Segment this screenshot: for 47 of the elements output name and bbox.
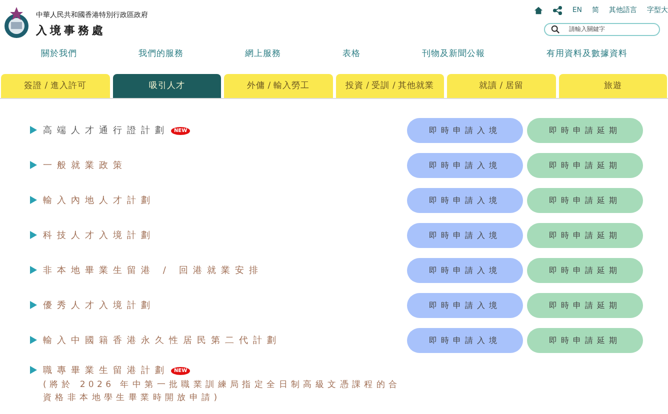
category-tab[interactable]: 投資 / 受訓 / 其他就業 <box>336 74 444 98</box>
apply-entry-button[interactable]: 即時申請入境 <box>407 118 523 143</box>
search-icon <box>551 25 560 34</box>
scheme-note: (將於 2026 年中第一批職業訓練局指定全日制高級文憑課程的合資格非本地學生畢業時開放申請) <box>43 379 402 405</box>
triangle-bullet-icon <box>30 231 37 239</box>
category-tab[interactable]: 就讀 / 居留 <box>447 74 556 98</box>
category-tab[interactable]: 外傭 / 輸入勞工 <box>224 74 332 98</box>
nav-link[interactable]: 網上服務 <box>244 48 281 60</box>
apply-extension-button[interactable]: 即時申請延期 <box>527 328 643 353</box>
apply-extension-button[interactable]: 即時申請延期 <box>527 118 643 143</box>
nav-link[interactable]: 我們的服務 <box>138 48 184 60</box>
scheme-link[interactable]: 高端人才通行證計劃 <box>43 124 169 137</box>
apply-extension-button[interactable]: 即時申請延期 <box>527 153 643 178</box>
apply-extension-button[interactable]: 即時申請延期 <box>527 188 643 213</box>
scheme-link[interactable]: 優秀人才入境計劃 <box>43 299 155 312</box>
scheme-link[interactable]: 一般就業政策 <box>43 159 127 172</box>
nav-link[interactable]: 關於我們 <box>40 48 77 60</box>
triangle-bullet-icon <box>30 336 37 344</box>
triangle-bullet-icon <box>30 301 37 309</box>
apply-entry-button[interactable]: 即時申請入境 <box>407 223 523 248</box>
scheme-link[interactable]: 輸入中國籍香港永久性居民第二代計劃 <box>43 334 281 347</box>
nav-link[interactable]: 有用資料及數據資料 <box>546 48 628 60</box>
triangle-bullet-icon <box>30 161 37 169</box>
triangle-bullet-icon <box>30 366 37 374</box>
scheme-link[interactable]: 科技人才入境計劃 <box>43 229 155 242</box>
department-name: 入境事務處 <box>36 23 107 38</box>
apply-entry-button[interactable]: 即時申請入境 <box>407 328 523 353</box>
triangle-bullet-icon <box>30 196 37 204</box>
apply-entry-button[interactable]: 即時申請入境 <box>407 258 523 283</box>
category-tab[interactable]: 吸引人才 <box>112 74 221 98</box>
home-icon[interactable] <box>534 6 544 14</box>
category-tab[interactable]: 旅遊 <box>558 74 667 98</box>
nav-link[interactable]: 表格 <box>342 48 360 60</box>
scheme-link[interactable]: 職專畢業生留港計劃 <box>43 364 169 377</box>
triangle-bullet-icon <box>30 266 37 274</box>
scheme-link[interactable]: 非本地畢業生留港 / 回港就業安排 <box>43 264 263 277</box>
category-tab[interactable]: 簽證 / 進入許可 <box>1 74 110 98</box>
nav-link[interactable]: 刊物及新聞公報 <box>422 48 485 60</box>
scheme-link[interactable]: 輸入內地人才計劃 <box>43 194 155 207</box>
apply-entry-button[interactable]: 即時申請入境 <box>407 188 523 213</box>
apply-entry-button[interactable]: 即時申請入境 <box>407 293 523 318</box>
apply-extension-button[interactable]: 即時申請延期 <box>527 293 643 318</box>
apply-entry-button[interactable]: 即時申請入境 <box>407 153 523 178</box>
apply-extension-button[interactable]: 即時申請延期 <box>527 223 643 248</box>
share-icon[interactable] <box>553 6 562 14</box>
triangle-bullet-icon <box>30 126 37 134</box>
apply-extension-button[interactable]: 即時申請延期 <box>527 258 643 283</box>
